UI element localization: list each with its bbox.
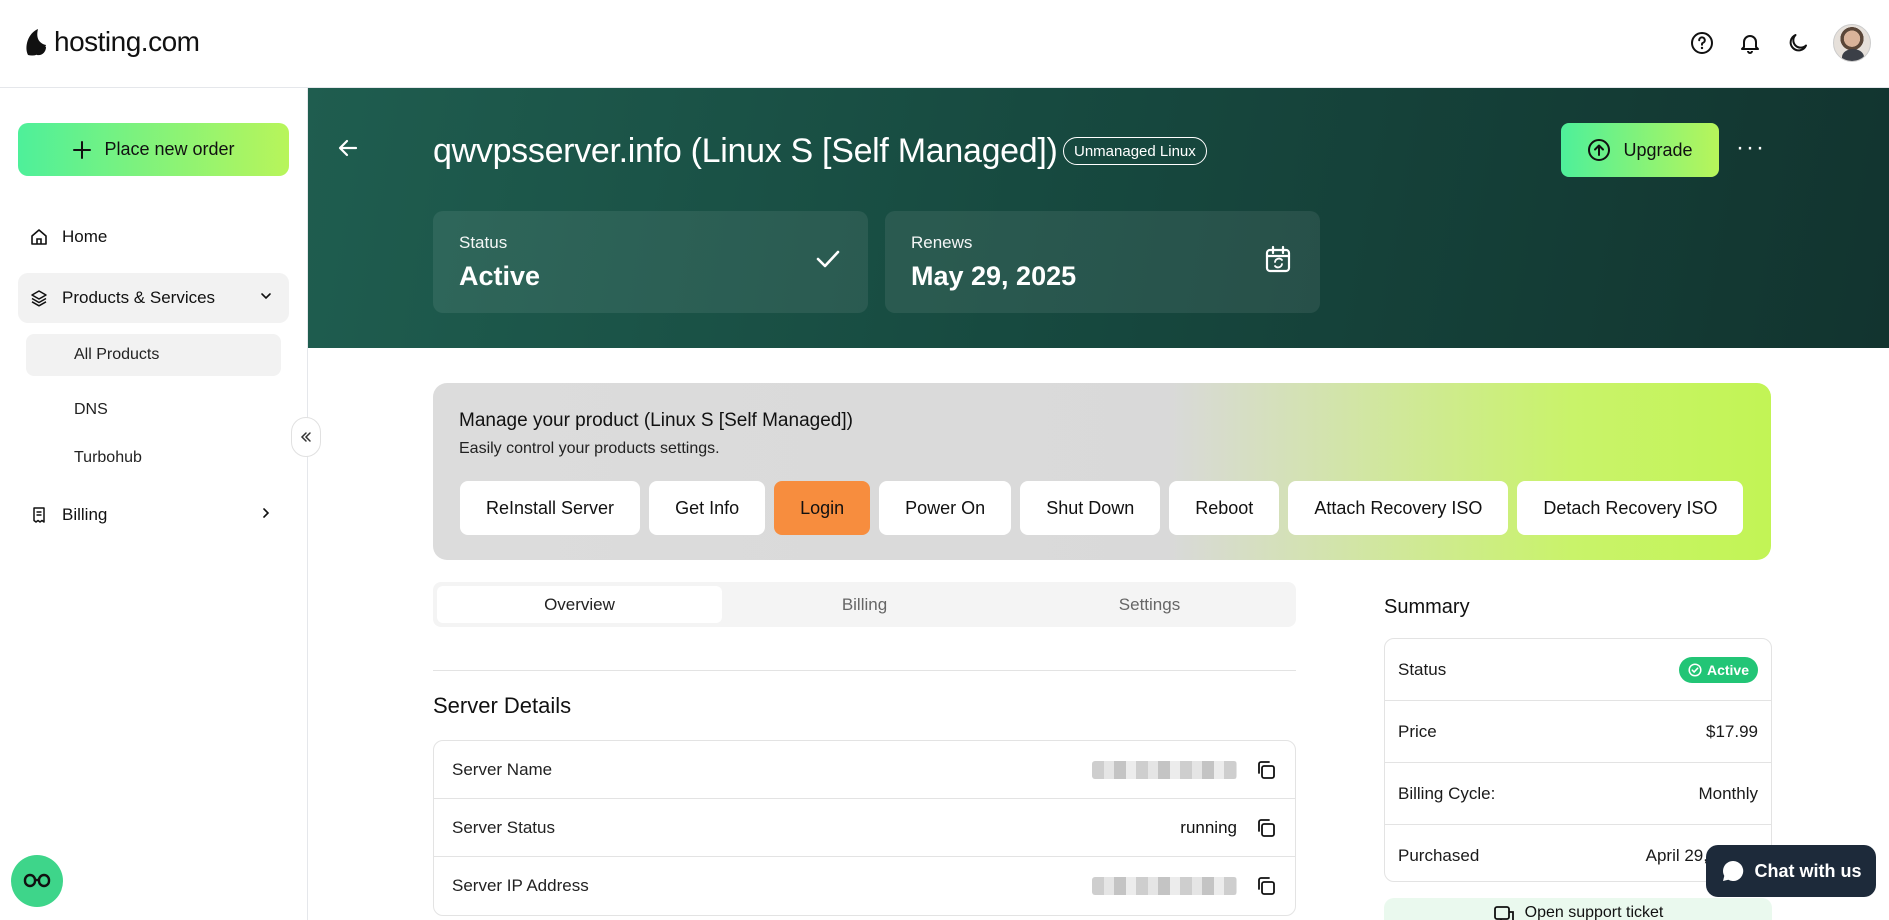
avatar[interactable]	[1833, 24, 1871, 62]
shut-down-button[interactable]: Shut Down	[1020, 481, 1161, 535]
server-ip-label: Server IP Address	[452, 876, 589, 895]
product-header: qwvpsserver.info (Linux S [Self Managed]…	[308, 88, 1889, 348]
top-bar: hosting.com	[0, 0, 1889, 88]
upload-circle-icon	[1588, 139, 1611, 161]
status-card: Status Active	[433, 211, 868, 313]
summary-title: Summary	[1384, 596, 1470, 618]
summary-price-value: $17.99	[1706, 721, 1758, 741]
status-card-label: Status	[459, 233, 508, 252]
plus-icon	[73, 140, 92, 159]
place-new-order-button[interactable]: Place new order	[18, 123, 289, 176]
redacted-value	[1092, 877, 1237, 895]
tab-billing[interactable]: Billing	[722, 586, 1007, 623]
copy-icon[interactable]	[1255, 875, 1277, 897]
status-badge-text: Active	[1706, 661, 1749, 678]
chevron-down-icon	[261, 293, 271, 300]
tab-settings[interactable]: Settings	[1007, 586, 1292, 623]
page-title: qwvpsserver.info (Linux S [Self Managed]…	[433, 132, 1058, 170]
back-arrow-icon[interactable]	[336, 136, 360, 160]
summary-purchased-value: April 29,	[1645, 846, 1708, 865]
copy-icon[interactable]	[1255, 759, 1277, 781]
chat-bubble-icon	[1722, 860, 1743, 881]
renews-card: Renews May 29, 2025	[885, 211, 1320, 313]
top-icons	[1689, 24, 1871, 62]
table-row: Server IP Address	[434, 857, 1295, 915]
table-row: Server Name	[434, 741, 1295, 799]
collapse-sidebar-button[interactable]	[291, 417, 321, 457]
chevron-right-icon	[263, 508, 270, 518]
summary-status-label: Status	[1398, 659, 1447, 679]
sidebar: Place new order Home Products & Services…	[0, 88, 308, 920]
help-icon[interactable]	[1689, 30, 1715, 56]
sidebar-item-home-label: Home	[62, 227, 108, 246]
get-info-button[interactable]: Get Info	[649, 481, 766, 535]
ticket-icon	[1493, 906, 1514, 920]
brand-name: hosting.com	[54, 26, 200, 57]
check-icon	[816, 250, 840, 268]
chat-with-us-button[interactable]: Chat with us	[1706, 845, 1876, 897]
open-support-ticket-label: Open support ticket	[1524, 904, 1664, 920]
upgrade-label: Upgrade	[1623, 139, 1693, 160]
home-icon	[31, 229, 47, 245]
action-buttons: ReInstall Server Get Info Login Power On…	[460, 481, 1744, 535]
detach-recovery-iso-button[interactable]: Detach Recovery ISO	[1517, 481, 1744, 535]
status-card-value: Active	[459, 261, 541, 291]
attach-recovery-iso-button[interactable]: Attach Recovery ISO	[1288, 481, 1509, 535]
server-details-table: Server Name Server Status running Server…	[433, 740, 1296, 916]
summary-price-label: Price	[1398, 721, 1437, 741]
hosting-logo-icon	[26, 29, 46, 56]
manage-product-panel: Manage your product (Linux S [Self Manag…	[433, 383, 1771, 560]
reboot-button[interactable]: Reboot	[1169, 481, 1280, 535]
login-button[interactable]: Login	[774, 481, 871, 535]
product-tabs: Overview Billing Settings	[433, 582, 1296, 627]
logo[interactable]: hosting.com	[22, 26, 200, 58]
manage-subtitle: Easily control your products settings.	[459, 440, 720, 457]
summary-purchased-label: Purchased	[1398, 846, 1480, 865]
tab-overview[interactable]: Overview	[437, 586, 722, 623]
renews-card-value: May 29, 2025	[911, 261, 1077, 291]
sidebar-item-turbohub[interactable]: Turbohub	[26, 437, 281, 479]
double-chevron-left-icon	[300, 432, 311, 442]
glasses-icon	[23, 873, 51, 888]
more-options-button[interactable]: ···	[1736, 134, 1766, 162]
redacted-value	[1092, 760, 1237, 779]
server-status-label: Server Status	[452, 817, 555, 837]
sidebar-item-products[interactable]: Products & Services	[18, 273, 289, 323]
table-row: Server Status running	[434, 799, 1295, 857]
reinstall-server-button[interactable]: ReInstall Server	[460, 481, 641, 535]
chat-with-us-label: Chat with us	[1754, 860, 1862, 881]
power-on-button[interactable]: Power On	[879, 481, 1012, 535]
accessibility-fab[interactable]	[11, 855, 63, 907]
open-support-ticket-button[interactable]: Open support ticket	[1384, 898, 1772, 920]
upgrade-button[interactable]: Upgrade	[1561, 123, 1719, 177]
plan-badge: Unmanaged Linux	[1063, 137, 1207, 165]
sidebar-item-home[interactable]: Home	[18, 212, 289, 262]
summary-row-billing-cycle: Billing Cycle: Monthly	[1385, 763, 1771, 825]
bell-icon[interactable]	[1737, 30, 1763, 56]
status-badge: Active	[1678, 656, 1758, 683]
place-new-order-label: Place new order	[104, 139, 235, 159]
sidebar-item-billing[interactable]: Billing	[18, 490, 289, 540]
summary-cycle-value: Monthly	[1698, 783, 1758, 803]
server-name-label: Server Name	[452, 759, 553, 779]
sidebar-item-products-label: Products & Services	[62, 288, 216, 307]
receipt-icon	[33, 507, 45, 523]
renews-card-label: Renews	[911, 233, 973, 252]
summary-row-price: Price $17.99	[1385, 701, 1771, 763]
sidebar-item-all-products[interactable]: All Products	[26, 334, 281, 376]
summary-row-status: Status Active	[1385, 639, 1771, 701]
calendar-renew-icon	[1265, 245, 1291, 273]
summary-cycle-label: Billing Cycle:	[1398, 783, 1496, 803]
server-status-value: running	[1180, 817, 1237, 837]
manage-title: Manage your product (Linux S [Self Manag…	[459, 410, 853, 431]
divider	[433, 670, 1296, 671]
layers-icon	[31, 290, 47, 307]
sidebar-item-dns[interactable]: DNS	[26, 389, 281, 431]
server-details-title: Server Details	[433, 693, 572, 718]
dark-mode-icon[interactable]	[1785, 30, 1811, 56]
copy-icon[interactable]	[1255, 817, 1277, 839]
check-circle-icon	[1688, 662, 1702, 677]
sidebar-item-billing-label: Billing	[62, 505, 108, 524]
